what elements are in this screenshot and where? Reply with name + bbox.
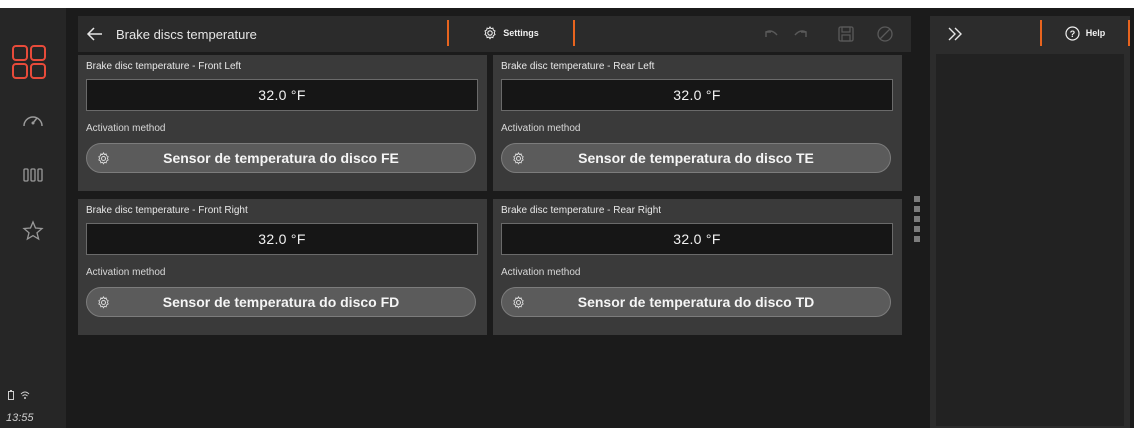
back-arrow-icon[interactable]: [86, 25, 104, 43]
temperature-value: 32.0 °F: [86, 79, 478, 111]
nav-rail: 13:55: [0, 8, 66, 428]
card-front-left: Brake disc temperature - Front Left 32.0…: [78, 55, 487, 191]
card-front-right: Brake disc temperature - Front Right 32.…: [78, 199, 487, 335]
redo-icon[interactable]: [792, 25, 810, 43]
temperature-value: 32.0 °F: [501, 223, 893, 255]
activation-button-label: Sensor de temperatura do disco FE: [163, 150, 399, 166]
tab-settings[interactable]: Settings: [447, 20, 575, 46]
help-circle-icon: ?: [1065, 25, 1080, 41]
temperature-value: 32.0 °F: [501, 79, 893, 111]
activation-button-label: Sensor de temperatura do disco FD: [162, 294, 400, 310]
activation-label: Activation method: [86, 267, 166, 278]
gauge-icon[interactable]: [20, 108, 46, 134]
card-title: Brake disc temperature - Front Left: [86, 61, 242, 72]
card-rear-left: Brake disc temperature - Rear Left 32.0 …: [493, 55, 902, 191]
columns-icon[interactable]: [20, 162, 46, 188]
help-label: Help: [1085, 28, 1106, 38]
activation-button[interactable]: Sensor de temperatura do disco TD: [501, 287, 891, 317]
save-icon[interactable]: [837, 25, 855, 43]
star-icon[interactable]: [20, 218, 46, 244]
wifi-icon: [20, 391, 30, 399]
apps-grid-icon[interactable]: [11, 44, 47, 80]
gear-icon: [513, 152, 524, 165]
help-panel: ? Help: [930, 16, 1130, 428]
card-title: Brake disc temperature - Rear Left: [501, 61, 655, 72]
card-rear-right: Brake disc temperature - Rear Right 32.0…: [493, 199, 902, 335]
svg-text:?: ?: [1069, 29, 1075, 39]
activation-label: Activation method: [501, 267, 581, 278]
gear-icon: [98, 152, 109, 165]
gear-icon: [484, 26, 496, 40]
battery-icon: [8, 390, 14, 400]
clock: 13:55: [6, 412, 34, 424]
activation-button-label: Sensor de temperatura do disco TD: [577, 294, 815, 310]
undo-icon[interactable]: [762, 25, 780, 43]
activation-button[interactable]: Sensor de temperatura do disco FD: [86, 287, 476, 317]
activation-button[interactable]: Sensor de temperatura do disco FE: [86, 143, 476, 173]
temperature-value: 32.0 °F: [86, 223, 478, 255]
app-screen: 13:55 Brake discs temperature Settings B…: [0, 8, 1134, 428]
gear-icon: [98, 296, 109, 309]
tab-help[interactable]: ? Help: [1040, 20, 1130, 46]
help-content: [936, 54, 1124, 426]
double-chevron-right-icon[interactable]: [946, 26, 964, 42]
main-header: Brake discs temperature Settings: [78, 16, 911, 52]
settings-label: Settings: [503, 28, 539, 38]
card-title: Brake disc temperature - Rear Right: [501, 205, 662, 216]
page-title: Brake discs temperature: [116, 27, 257, 42]
gear-icon: [513, 296, 524, 309]
card-title: Brake disc temperature - Front Right: [86, 205, 248, 216]
cancel-icon[interactable]: [876, 25, 894, 43]
activation-button-label: Sensor de temperatura do disco TE: [578, 150, 814, 166]
activation-label: Activation method: [501, 123, 581, 134]
scroll-indicator[interactable]: [914, 196, 922, 246]
activation-label: Activation method: [86, 123, 166, 134]
help-header: ? Help: [930, 16, 1130, 52]
status-indicators: [8, 390, 30, 400]
activation-button[interactable]: Sensor de temperatura do disco TE: [501, 143, 891, 173]
